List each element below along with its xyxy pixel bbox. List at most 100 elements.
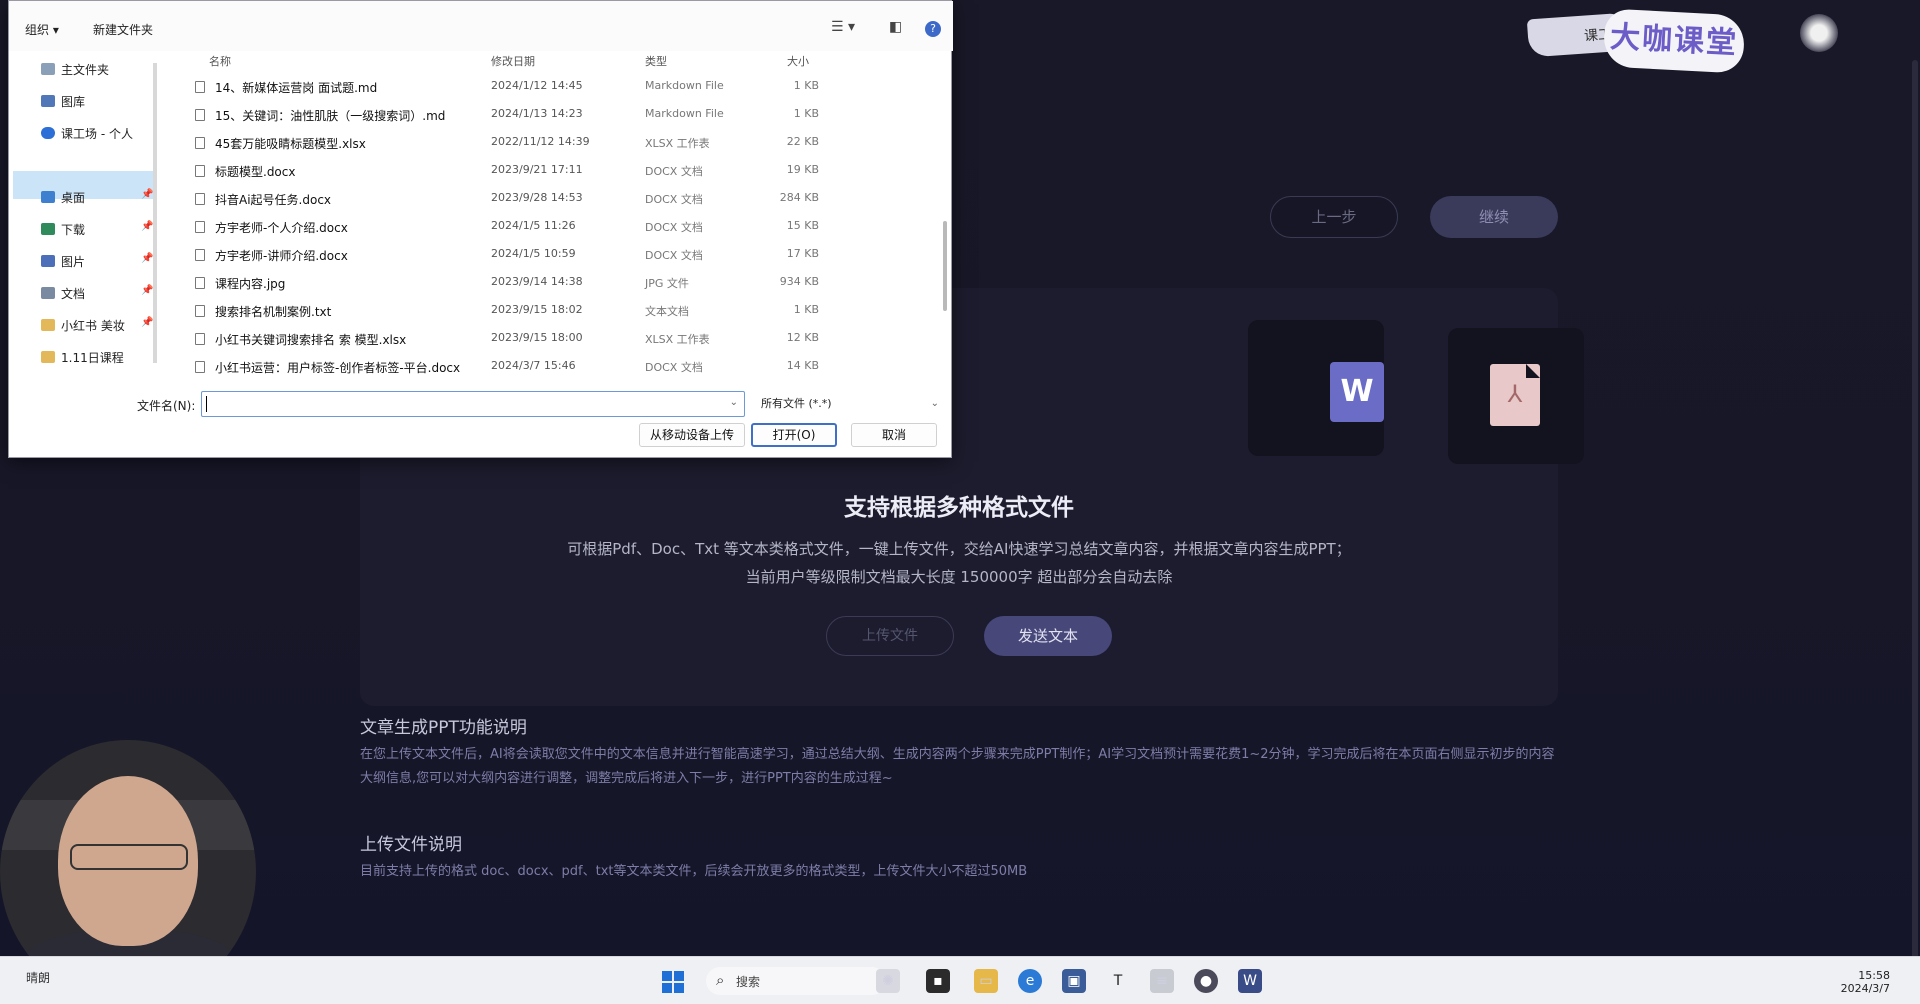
desktop-icon (41, 191, 55, 203)
terminal-icon[interactable]: ▪ (926, 969, 950, 993)
view-options-icon[interactable]: ☰ ▾ (831, 19, 855, 35)
windows-logo-icon (662, 971, 672, 981)
page-scrollbar[interactable] (1912, 60, 1918, 960)
section-title-feature: 文章生成PPT功能说明 (360, 718, 527, 738)
file-row[interactable]: 15、关键词：油性肌肤（一级搜索词）.md 2024/1/13 14:23 Mark… (169, 101, 939, 129)
upload-file-button[interactable]: 上传文件 (826, 616, 954, 656)
typora-icon[interactable]: T (1106, 969, 1130, 993)
notepad-icon[interactable]: ≡ (1150, 969, 1174, 993)
file-row[interactable]: 方宇老师-个人介绍.docx 2024/1/5 11:26 DOCX 文档 15 KB (169, 213, 939, 241)
nav-scrollbar[interactable] (153, 63, 157, 363)
filename-input[interactable]: ⌄ (201, 391, 745, 417)
file-row[interactable]: 方宇老师-讲师介绍.docx 2024/1/5 10:59 DOCX 文档 17 KB (169, 241, 939, 269)
file-row[interactable]: 14、新媒体运营岗 面试题.md 2024/1/12 14:45 Markdown … (169, 73, 939, 101)
pin-icon: 📌 (141, 221, 154, 232)
file-row[interactable]: 标题模型.docx 2023/9/21 17:11 DOCX 文档 19 KB (169, 157, 939, 185)
nav-item-pictures[interactable]: 图片 📌 (41, 253, 153, 270)
documents-icon (41, 287, 55, 299)
pin-icon: 📌 (141, 253, 154, 264)
gallery-icon (41, 95, 55, 107)
start-button[interactable] (662, 971, 684, 993)
chevron-down-icon: ⌄ (930, 398, 939, 409)
preview-pane-icon[interactable]: ◧ (889, 19, 902, 35)
word-icon: W (1330, 362, 1384, 422)
folder-icon (41, 319, 55, 331)
file-icon (195, 165, 205, 177)
weather-widget[interactable]: 晴朗 (26, 969, 50, 986)
file-open-dialog: 组织 ▾ 新建文件夹 ☰ ▾ ◧ ? 主文件夹 图库 课工场 - 个人 桌面 📌 … (8, 0, 953, 458)
file-row[interactable]: 小红书关键词搜索排名 索 模型.xlsx 2023/9/15 18:00 XLSX … (169, 325, 939, 353)
edge-browser-icon[interactable]: e (1018, 969, 1042, 993)
logo-text: 大咖课堂 (1602, 8, 1746, 74)
nav-item-folder-course[interactable]: 1.11日课程 (41, 349, 124, 366)
previous-step-button[interactable]: 上一步 (1270, 196, 1398, 238)
open-button[interactable]: 打开(O) (751, 423, 837, 447)
column-header-size[interactable]: 大小 (787, 53, 809, 69)
help-icon[interactable]: ? (925, 21, 941, 37)
nav-item-folder-xhs[interactable]: 小红书 美妆 📌 (41, 317, 153, 334)
chevron-down-icon[interactable]: ⌄ (730, 397, 738, 408)
filetype-select[interactable]: 所有文件 (*.*) ⌄ (753, 391, 947, 417)
new-folder-button[interactable]: 新建文件夹 (93, 21, 153, 38)
support-title: 支持根据多种格式文件 (844, 495, 1074, 521)
nav-item-home[interactable]: 主文件夹 (41, 61, 109, 78)
user-avatar[interactable] (1800, 14, 1838, 52)
pin-icon: 📌 (141, 189, 154, 200)
upload-from-mobile-button[interactable]: 从移动设备上传 (639, 423, 745, 447)
nav-item-desktop[interactable]: 桌面 📌 (41, 189, 153, 206)
recorder-icon[interactable]: ● (1194, 969, 1218, 993)
column-header-date[interactable]: 修改日期 (491, 53, 535, 69)
section-text-feature: 在您上传文本文件后，AI将会读取您文件中的文本信息并进行智能高速学习，通过总结大… (360, 747, 1555, 786)
nav-item-documents[interactable]: 文档 📌 (41, 285, 153, 302)
dialog-toolbar: 组织 ▾ 新建文件夹 ☰ ▾ ◧ ? (9, 1, 953, 51)
file-icon (195, 109, 205, 121)
file-icon (195, 221, 205, 233)
file-icon (195, 333, 205, 345)
pdf-icon: ⅄ (1490, 364, 1540, 426)
pin-icon: 📌 (141, 317, 154, 328)
nav-item-gallery[interactable]: 图库 (41, 93, 85, 110)
store-icon[interactable]: ▣ (1062, 969, 1086, 993)
section-title-upload: 上传文件说明 (360, 835, 462, 855)
navigation-pane: 主文件夹 图库 课工场 - 个人 桌面 📌 下载 📌 图片 📌 文档 📌 小红书 美妆 📌… (9, 53, 157, 371)
image-file-icon (195, 277, 205, 289)
column-header-name[interactable]: 名称 (209, 53, 231, 69)
nav-item-onedrive[interactable]: 课工场 - 个人 (41, 125, 133, 142)
nav-item-downloads[interactable]: 下载 📌 (41, 221, 153, 238)
word-format-card: W (1248, 320, 1384, 456)
windows-taskbar: 晴朗 ⌕ 搜索 ✺ ▪ ▭ e ▣ T ≡ ● W 15:58 2024/3/7 (0, 956, 1920, 1004)
taskbar-search[interactable]: ⌕ 搜索 (706, 967, 886, 995)
file-row[interactable]: 45套万能吸睛标题模型.xlsx 2022/11/12 14:39 XLSX 工作表… (169, 129, 939, 157)
length-limit-note: 当前用户等级限制文档最大长度 150000字 超出部分会自动去除 (745, 568, 1173, 586)
system-clock[interactable]: 15:58 2024/3/7 (1800, 969, 1890, 995)
word-app-icon[interactable]: W (1238, 969, 1262, 993)
send-text-button[interactable]: 发送文本 (984, 616, 1112, 656)
pin-icon: 📌 (141, 285, 154, 296)
file-row[interactable]: 抖音Ai起号任务.docx 2023/9/28 14:53 DOCX 文档 284 K… (169, 185, 939, 213)
text-caret (206, 396, 207, 412)
pictures-icon (41, 255, 55, 267)
section-text-upload: 目前支持上传的格式 doc、docx、pdf、txt等文本类文件，后续会开放更多… (360, 864, 1028, 879)
file-row[interactable]: 搜索排名机制案例.txt 2023/9/15 18:02 文本文档 1 KB (169, 297, 939, 325)
cloud-icon (41, 127, 55, 139)
home-icon (41, 63, 55, 75)
copilot-icon[interactable]: ✺ (876, 969, 900, 993)
file-icon (195, 305, 205, 317)
organize-menu[interactable]: 组织 ▾ (25, 21, 59, 38)
file-icon (195, 361, 205, 373)
file-row[interactable]: 课程内容.jpg 2023/9/14 14:38 JPG 文件 934 KB (169, 269, 939, 297)
file-row[interactable]: 小红书运营：用户标签-创作者标签-平台.docx 2024/3/7 15:46 DO… (169, 353, 939, 381)
brand-logo: 课工 大咖课堂 (1526, 8, 1748, 74)
cancel-button[interactable]: 取消 (851, 423, 937, 447)
column-header-type[interactable]: 类型 (645, 53, 667, 69)
file-icon (195, 249, 205, 261)
file-list-scrollbar[interactable] (943, 221, 947, 311)
folder-icon (41, 351, 55, 363)
file-explorer-icon[interactable]: ▭ (974, 969, 998, 993)
file-list: 名称 修改日期 类型 大小 14、新媒体运营岗 面试题.md 2024/1/12 … (169, 53, 949, 375)
file-icon (195, 137, 205, 149)
continue-button[interactable]: 继续 (1430, 196, 1558, 238)
support-description: 可根据Pdf、Doc、Txt 等文本类格式文件，一键上传文件，交给AI快速学习总… (567, 540, 1351, 558)
file-icon (195, 193, 205, 205)
download-icon (41, 223, 55, 235)
